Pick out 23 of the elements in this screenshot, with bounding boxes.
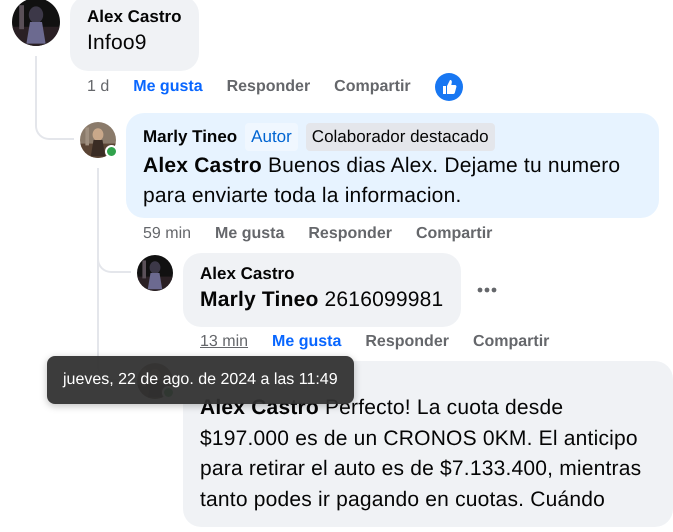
timestamp-link[interactable]: 1 d [87, 76, 110, 98]
more-options-icon[interactable] [477, 286, 498, 293]
author-name[interactable]: Alex Castro [200, 262, 294, 284]
author-name[interactable]: Alex Castro [87, 6, 182, 28]
comment-text: Alex Castro Buenos dias Alex. Dejame tu numero para enviarte toda la informacion. [143, 152, 622, 209]
like-button[interactable]: Me gusta [215, 222, 284, 244]
like-button[interactable]: Me gusta [272, 331, 342, 353]
author-name[interactable]: Marly Tineo [143, 126, 238, 148]
author-badge: Autor [245, 122, 298, 150]
like-reaction-icon[interactable] [434, 72, 463, 100]
reply-button[interactable]: Responder [365, 331, 449, 353]
reply-button[interactable]: Responder [308, 222, 392, 244]
share-button[interactable]: Compartir [472, 331, 550, 353]
share-button[interactable]: Compartir [416, 222, 492, 244]
timestamp-link[interactable]: 59 min [143, 222, 192, 244]
thread-connector [35, 98, 74, 140]
timestamp-link[interactable]: 13 min [200, 331, 248, 353]
reply-button[interactable]: Responder [226, 76, 310, 98]
comment-text: Marly Tineo 2616099981 [200, 286, 444, 312]
like-button[interactable]: Me gusta [133, 76, 203, 98]
contributor-badge: Colaborador destacado [306, 122, 495, 150]
comment-text: Infoo9 [87, 30, 148, 56]
share-button[interactable]: Compartir [334, 76, 411, 98]
